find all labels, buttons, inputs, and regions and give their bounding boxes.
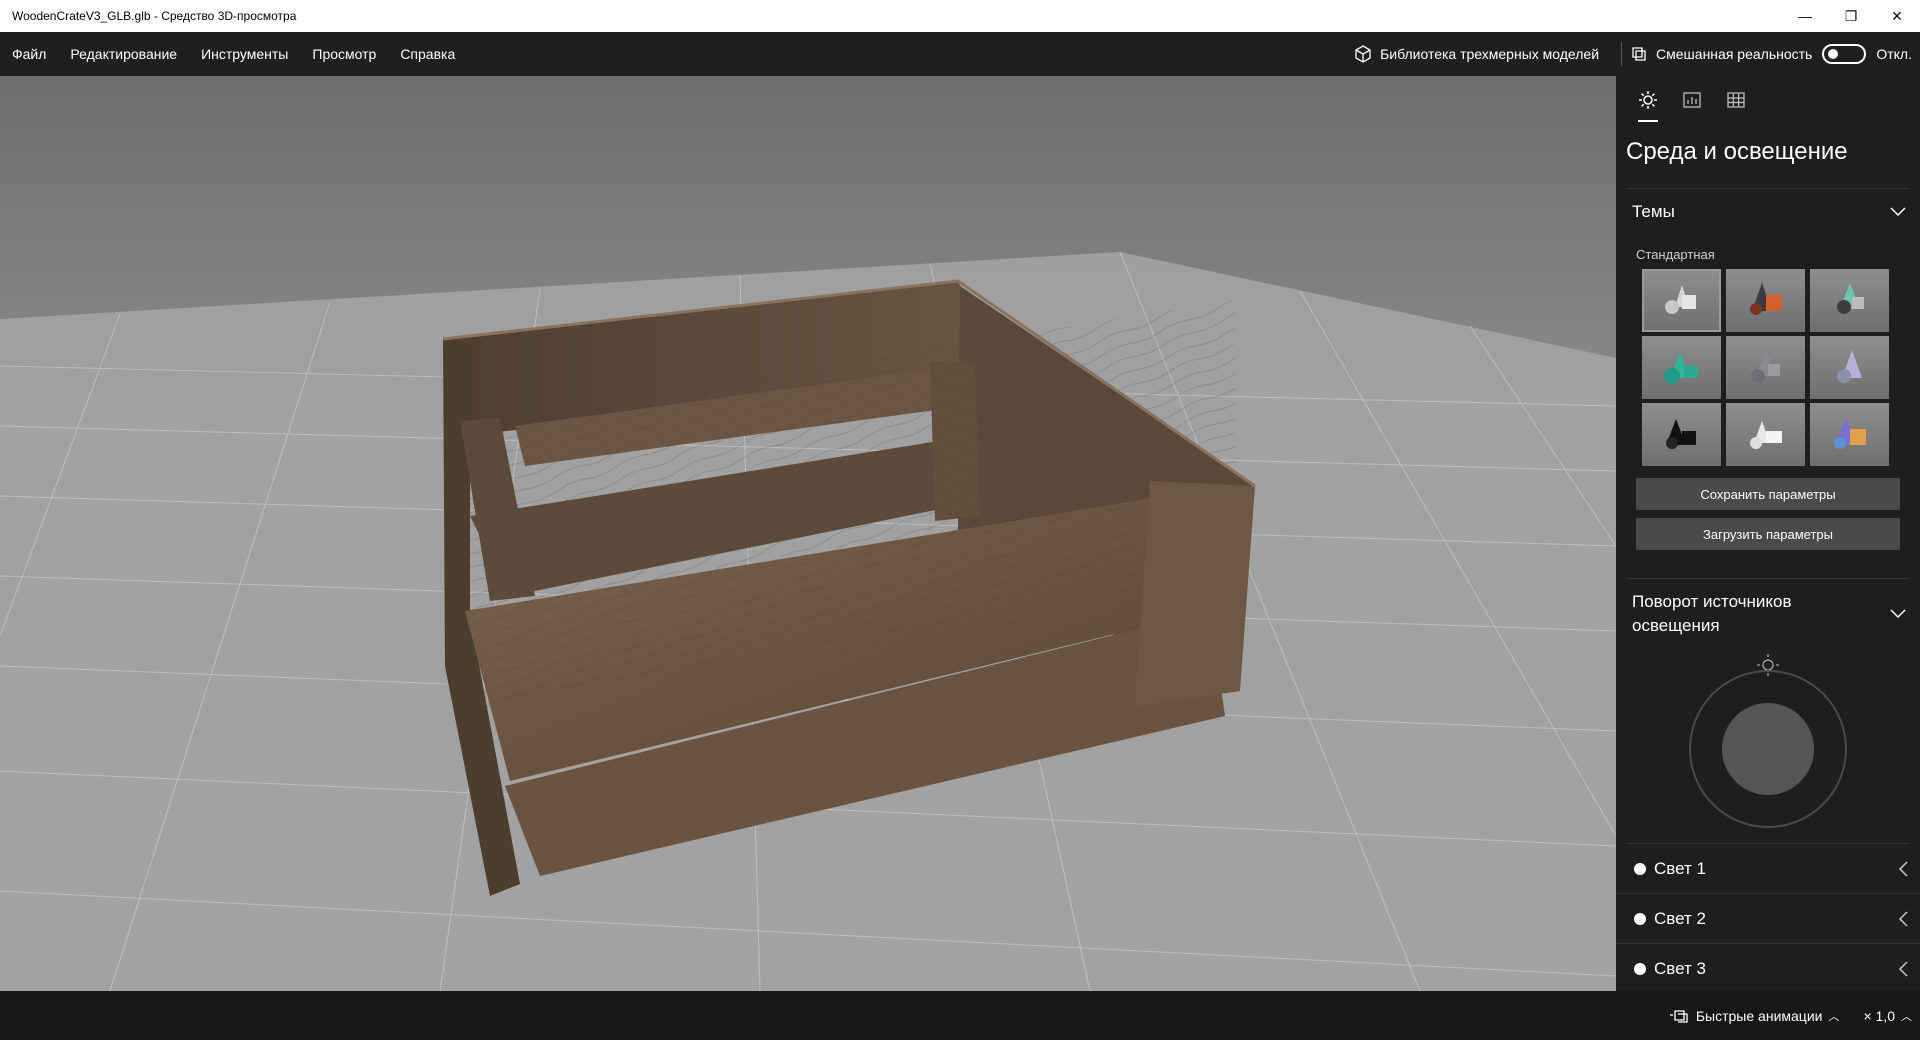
light-row-1[interactable]: Свет 1 xyxy=(1616,844,1920,894)
environment-panel: Среда и освещение Темы Стандартная Сохра… xyxy=(1616,76,1920,994)
3d-viewport[interactable] xyxy=(0,76,1616,991)
theme-grid xyxy=(1616,269,1920,466)
light-dot-icon xyxy=(1634,862,1646,875)
sun-icon xyxy=(1639,91,1657,109)
cube-icon xyxy=(1355,45,1371,63)
light-dot-icon xyxy=(1634,962,1646,975)
mixed-reality-toggle[interactable]: Смешанная реальность Откл. xyxy=(1630,32,1920,76)
light-rotation-label: Поворот источников освещения xyxy=(1632,592,1792,635)
mixed-reality-switch[interactable] xyxy=(1822,44,1867,64)
tab-environment[interactable] xyxy=(1626,76,1670,124)
theme-tile-8[interactable] xyxy=(1726,403,1805,466)
menu-bar: Файл Редактирование Инструменты Просмотр… xyxy=(0,32,1920,76)
chevron-up-icon: ︿ xyxy=(1901,1010,1912,1023)
theme-tile-6[interactable] xyxy=(1810,336,1889,399)
theme-tile-1[interactable] xyxy=(1642,269,1721,332)
menu-divider xyxy=(1621,42,1623,66)
panel-title: Среда и освещение xyxy=(1626,138,1848,165)
themes-label: Темы xyxy=(1632,202,1675,221)
menu-edit[interactable]: Редактирование xyxy=(58,32,189,76)
menu-help[interactable]: Справка xyxy=(388,32,467,76)
grid-icon xyxy=(1727,92,1745,108)
quick-animations-button[interactable]: Быстрые анимации ︿ xyxy=(1669,1007,1840,1024)
chevron-left-icon[interactable] xyxy=(1898,960,1908,977)
close-button[interactable]: ✕ xyxy=(1874,0,1920,32)
scene-canvas[interactable] xyxy=(0,76,1616,991)
light-rotation-header[interactable]: Поворот источников освещения xyxy=(1616,579,1920,649)
mixed-reality-label: Смешанная реальность xyxy=(1656,46,1813,62)
theme-tile-3[interactable] xyxy=(1810,269,1889,332)
3d-library-button[interactable]: Библиотека трехмерных моделей xyxy=(1340,32,1613,76)
theme-group-label: Стандартная xyxy=(1636,247,1715,262)
theme-tile-5[interactable] xyxy=(1726,336,1805,399)
quick-animations-label: Быстрые анимации xyxy=(1695,1007,1823,1024)
3d-library-label: Библиотека трехмерных моделей xyxy=(1380,46,1600,62)
light-rotation-control[interactable] xyxy=(1616,649,1920,829)
window-title: WoodenCrateV3_GLB.glb - Средство 3D-прос… xyxy=(12,9,297,23)
stats-icon xyxy=(1683,92,1701,108)
status-bar: Быстрые анимации ︿ × 1,0 ︿ xyxy=(0,991,1920,1040)
restore-button[interactable]: ❐ xyxy=(1828,0,1874,32)
mixed-reality-icon xyxy=(1632,47,1646,61)
rotation-sphere xyxy=(1722,703,1814,795)
themes-header[interactable]: Темы xyxy=(1616,189,1920,235)
mixed-reality-state: Откл. xyxy=(1876,46,1912,62)
chevron-up-icon: ︿ xyxy=(1828,1010,1840,1023)
theme-tile-4[interactable] xyxy=(1642,336,1721,399)
theme-tile-2[interactable] xyxy=(1726,269,1805,332)
chevron-down-icon xyxy=(1890,207,1906,217)
menu-file[interactable]: Файл xyxy=(0,32,58,76)
minimize-button[interactable]: — xyxy=(1782,0,1828,32)
light-row-2[interactable]: Свет 2 xyxy=(1616,894,1920,944)
tab-stats[interactable] xyxy=(1670,76,1714,124)
switch-knob xyxy=(1828,49,1839,59)
chevron-down-icon xyxy=(1890,609,1906,619)
animation-speed-button[interactable]: × 1,0 ︿ xyxy=(1863,1008,1912,1024)
light-sun-handle-icon[interactable] xyxy=(1757,654,1779,676)
theme-tile-9[interactable] xyxy=(1810,403,1889,466)
menu-tools[interactable]: Инструменты xyxy=(189,32,300,76)
light-dot-icon xyxy=(1634,912,1646,925)
chevron-left-icon[interactable] xyxy=(1898,910,1908,927)
tab-grid[interactable] xyxy=(1714,76,1758,124)
theme-tile-7[interactable] xyxy=(1642,403,1721,466)
light-row-3[interactable]: Свет 3 xyxy=(1616,944,1920,994)
light-label: Свет 3 xyxy=(1654,958,1706,978)
menu-view[interactable]: Просмотр xyxy=(300,32,388,76)
animation-speed-label: × 1,0 xyxy=(1863,1007,1895,1024)
load-settings-button[interactable]: Загрузить параметры xyxy=(1636,518,1900,550)
title-bar: WoodenCrateV3_GLB.glb - Средство 3D-прос… xyxy=(0,0,1920,32)
light-label: Свет 2 xyxy=(1654,908,1706,928)
save-settings-button[interactable]: Сохранить параметры xyxy=(1636,478,1900,510)
panel-tabs xyxy=(1616,76,1920,124)
light-label: Свет 1 xyxy=(1654,858,1706,878)
chevron-left-icon[interactable] xyxy=(1898,860,1908,877)
animation-icon xyxy=(1669,1009,1688,1023)
